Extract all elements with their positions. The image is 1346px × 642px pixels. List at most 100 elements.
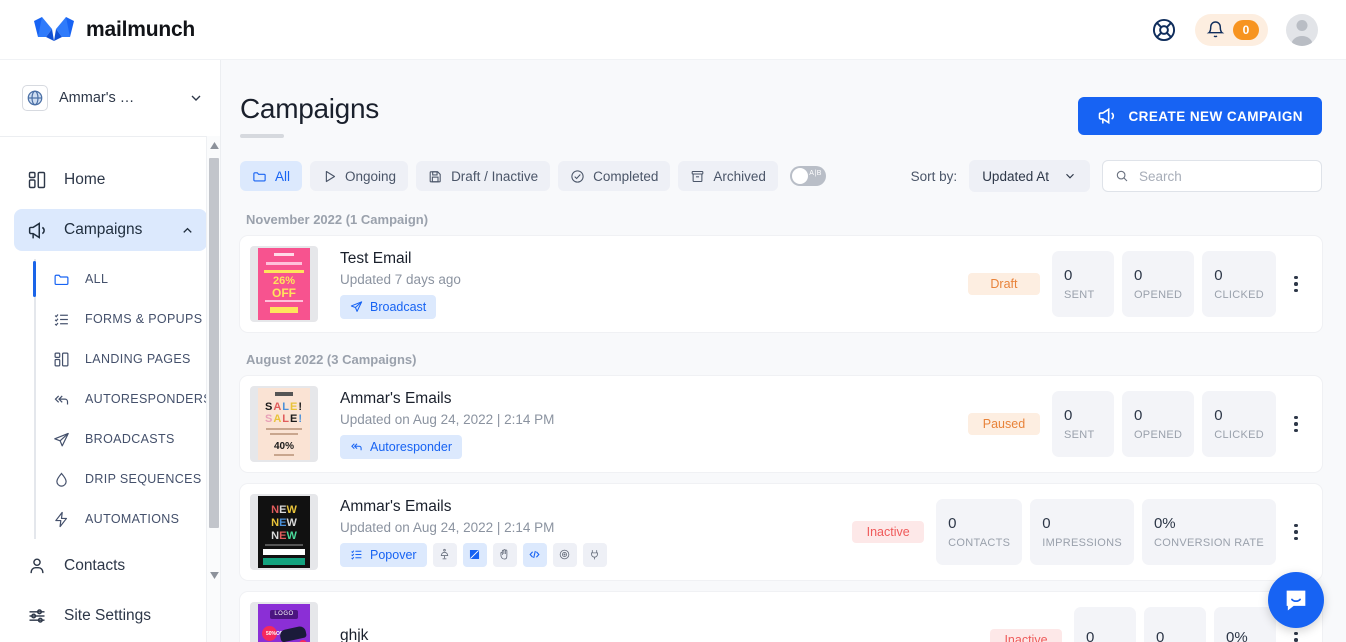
sort-by-dropdown[interactable]: Updated At [969,160,1090,192]
filter-tab-completed[interactable]: Completed [558,161,671,191]
campaign-info: ghjk [318,627,990,642]
list-check-icon [52,310,71,329]
main-content: Campaigns CREATE NEW CAMPAIGN All Ongoin… [221,60,1346,642]
ab-test-toggle[interactable]: A|B [789,166,826,186]
campaign-card[interactable]: LOGO 50%OFF ghjk Inactive 0 0 0% [240,592,1322,642]
campaign-type-tag[interactable]: Autoresponder [340,434,463,459]
paper-plane-icon [52,430,71,449]
create-button-label: CREATE NEW CAMPAIGN [1128,108,1303,124]
filter-tab-draft-inactive[interactable]: Draft / Inactive [416,161,551,191]
page-corner-icon[interactable] [462,542,487,567]
campaign-list: November 2022 (1 Campaign) 26% OFF Test … [221,204,1346,642]
sidebar-item-home[interactable]: Home [14,159,207,201]
stat-sent: 0 SENT [1051,251,1114,317]
sidebar-sub-label: DRIP SEQUENCES [85,472,202,486]
stat-opened: 0 OPENED [1121,391,1195,457]
group-heading: August 2022 (3 Campaigns) [246,352,417,367]
stat-conversion-rate: 0% CONVERSION RATE [1141,499,1276,565]
chat-bubble-icon [1286,590,1306,611]
campaign-stats: 0 SENT 0 OPENED 0 CLICKED [1051,391,1276,457]
sidebar-item-contacts[interactable]: Contacts [14,545,207,587]
status-badge: Paused [967,413,1040,435]
top-bar-actions: 0 [1151,13,1318,46]
thumbnail-art: SALE! SALE! 40% [258,388,310,460]
search-icon [1116,170,1128,182]
hand-icon[interactable] [492,542,517,567]
filter-label: Draft / Inactive [451,168,539,184]
sidebar-item-label: Site Settings [64,607,152,624]
stat-value: 0 [1156,629,1165,642]
stat-value: 0 [1086,629,1095,642]
plug-icon[interactable] [582,542,607,567]
sidebar-item-landing-pages[interactable]: LANDING PAGES [34,339,221,379]
campaign-more-menu[interactable] [1282,404,1310,444]
filter-tab-archived[interactable]: Archived [678,161,778,191]
campaign-card[interactable]: SALE! SALE! 40% Ammar's Emails Updated o… [240,376,1322,472]
status-badge: Inactive [852,521,925,543]
sidebar-item-autoresponders[interactable]: AUTORESPONDERS [34,379,221,419]
search-box[interactable] [1102,160,1322,192]
sidebar-item-label: Campaigns [64,221,143,238]
campaign-updated: Updated 7 days ago [340,271,461,287]
stat-key: OPENED [1133,289,1183,301]
scroll-up-arrow-icon[interactable] [207,138,221,152]
sidebar-item-automations[interactable]: AUTOMATIONS [34,499,221,539]
tag-label: Autoresponder [370,439,453,454]
sidebar-item-broadcasts[interactable]: BROADCASTS [34,419,221,459]
sort-by-label: Sort by: [910,168,958,184]
sidebar-item-drip-sequences[interactable]: DRIP SEQUENCES [34,459,221,499]
top-bar: mailmunch 0 [0,0,1346,60]
notification-count-badge: 0 [1233,19,1259,40]
sidebar-sub-label: AUTOMATIONS [85,512,180,526]
stat-key: CLICKED [1214,429,1264,441]
tag-label: Broadcast [370,299,427,314]
stat-clicked: 0 CLICKED [1202,391,1276,457]
stat-value: 0 [1133,267,1143,284]
campaign-type-tag[interactable]: Popover [340,542,427,567]
stat-value: 0 [948,515,957,532]
campaign-title: ghjk [340,627,369,642]
check-circle-icon [571,169,584,183]
play-icon [325,170,336,182]
sidebar-item-campaigns[interactable]: Campaigns [14,209,207,251]
intercom-launcher[interactable] [1268,572,1324,628]
campaign-info: Ammar's Emails Updated on Aug 24, 2022 |… [318,390,968,459]
campaign-card[interactable]: 26% OFF Test Email Updated 7 days ago Br… [240,236,1322,332]
campaign-thumbnail: 26% OFF [250,246,318,322]
notifications-button[interactable]: 0 [1195,13,1268,46]
create-new-campaign-button[interactable]: CREATE NEW CAMPAIGN [1078,97,1322,135]
campaign-more-menu[interactable] [1282,264,1310,304]
filter-tab-all[interactable]: All [240,161,303,191]
campaign-stats: 0 CONTACTS 0 IMPRESSIONS 0% CONVERSION R… [936,499,1276,565]
lamp-icon[interactable] [432,542,457,567]
stat-value: 0 [1063,407,1073,424]
list-check-icon [351,550,362,560]
campaign-type-tag[interactable]: Broadcast [340,294,437,319]
sidebar-item-all[interactable]: ALL [33,259,221,299]
scrollbar-thumb[interactable] [209,158,219,528]
bell-icon [1206,21,1225,38]
thumbnail-art: 26% OFF [258,248,310,320]
campaign-thumbnail: SALE! SALE! 40% [250,386,318,462]
sidebar-item-site-settings[interactable]: Site Settings [14,595,207,637]
sidebar-scrollbar[interactable] [206,136,220,642]
user-avatar[interactable] [1286,13,1318,46]
sliders-icon [26,605,48,627]
sidebar-item-forms-popups[interactable]: FORMS & POPUPS [34,299,221,339]
workspace-selector[interactable]: Ammar's … [0,60,220,136]
campaign-card[interactable]: NEW NEW NEW Ammar's Emails Updated on Au… [240,484,1322,580]
brand-logo[interactable]: mailmunch [32,15,195,45]
target-icon[interactable] [552,542,577,567]
stat-key: SENT [1063,429,1095,441]
campaign-more-menu[interactable] [1282,512,1310,552]
stat-key: IMPRESSIONS [1042,537,1122,549]
page-title-block: Campaigns [240,93,379,138]
scroll-down-arrow-icon[interactable] [207,568,221,582]
lifebuoy-icon[interactable] [1151,17,1177,43]
filter-tab-ongoing[interactable]: Ongoing [310,161,409,191]
search-input[interactable] [1139,168,1309,184]
megaphone-icon [1099,107,1115,125]
sidebar-sub-label: BROADCASTS [85,432,175,446]
code-icon[interactable] [522,542,547,567]
campaign-tags: Broadcast [340,294,968,319]
